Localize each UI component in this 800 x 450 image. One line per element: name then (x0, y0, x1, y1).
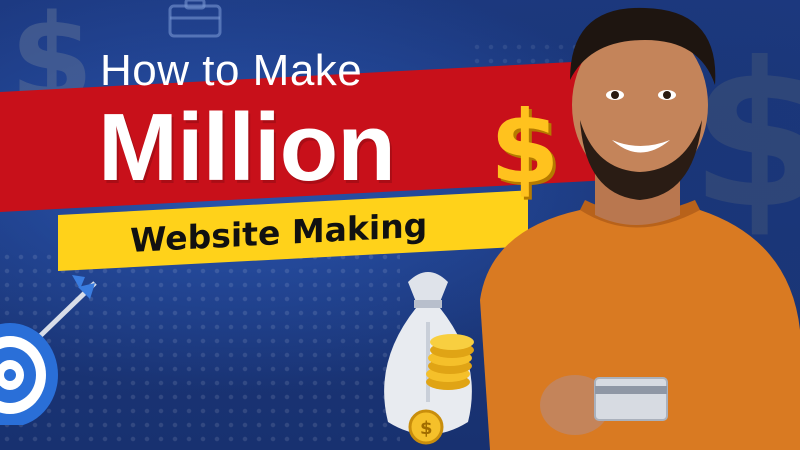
presenter-photo (480, 7, 800, 450)
credit-card-icon (594, 377, 668, 421)
svg-text:$: $ (420, 418, 433, 439)
title-line-2: Million (98, 94, 396, 201)
target-icon (0, 275, 97, 425)
briefcase-icon (168, 0, 222, 38)
title-line-1: How to Make (100, 46, 363, 95)
money-bag-icon: $ (384, 272, 474, 445)
